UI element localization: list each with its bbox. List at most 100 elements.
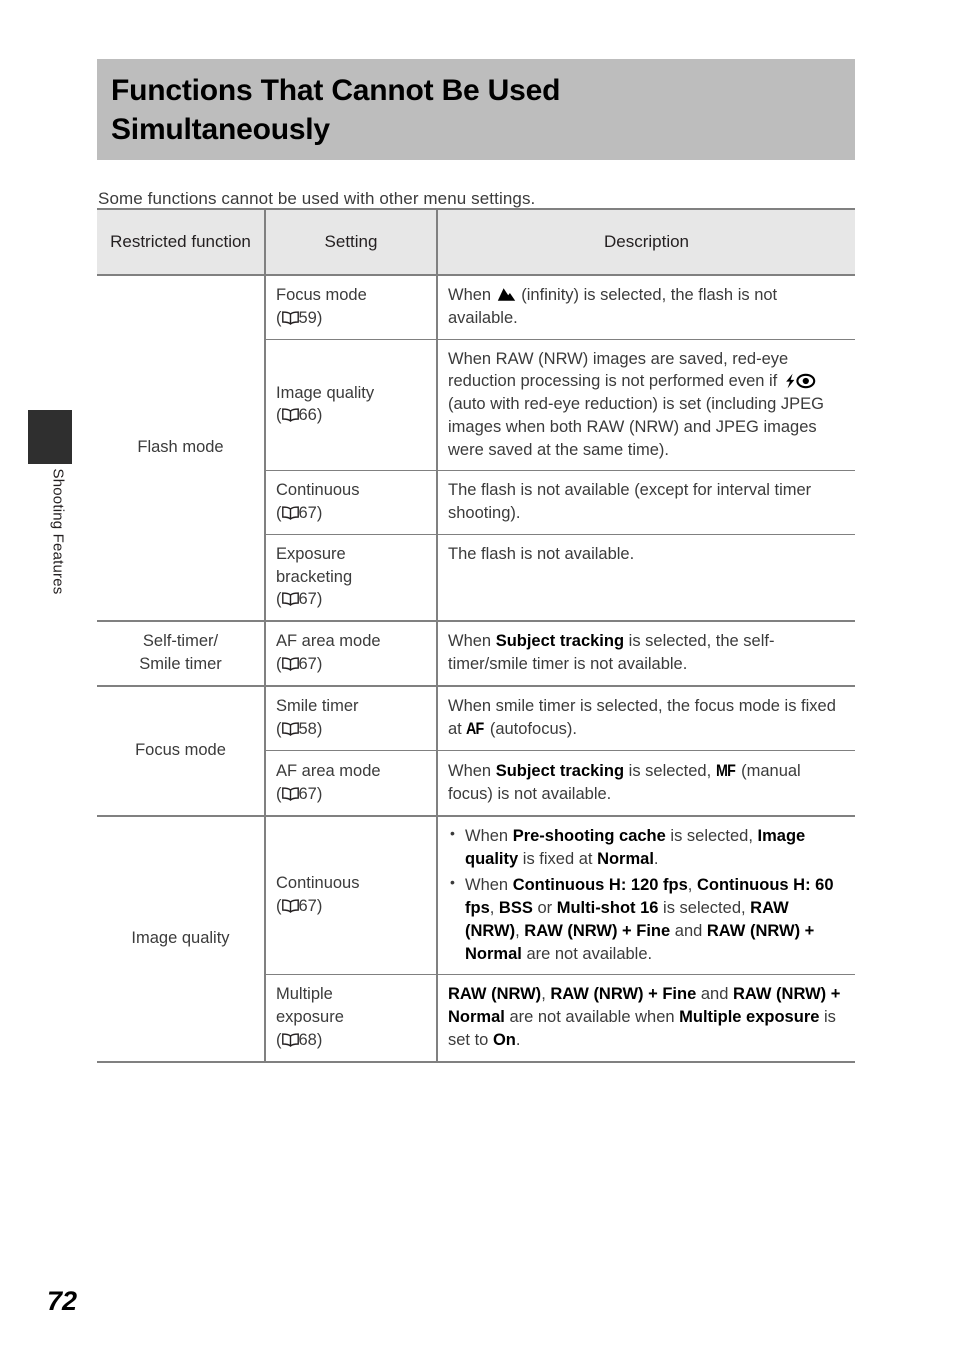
cell-description-af-area-mode: When Subject tracking is selected, MF (m… (437, 750, 855, 817)
setting-label: Smile timer (276, 697, 359, 716)
desc-emphasis: RAW (NRW) + Fine (524, 921, 671, 940)
cell-function-self-timer-smile-timer: Self-timer/Smile timer (97, 621, 266, 687)
desc-text: . (515, 1030, 521, 1049)
desc-emphasis: RAW (NRW) + Fine (550, 985, 697, 1004)
restrictions-table: Restricted function Setting Description … (97, 208, 855, 1063)
desc-emphasis: Pre-shooting cache (512, 826, 666, 845)
desc-emphasis: Multi-shot 16 (556, 899, 659, 918)
desc-text: When RAW (NRW) images are saved, red-eye… (448, 349, 789, 391)
cell-function-focus-mode: Focus mode (97, 685, 266, 817)
cell-description-continuous: The flash is not available (except for i… (437, 470, 855, 535)
desc-text: When (448, 762, 496, 781)
table-header-row: Restricted function Setting Description (97, 208, 855, 276)
setting-label: Focus mode (276, 286, 367, 304)
desc-emphasis: RAW (NRW) (448, 985, 542, 1004)
desc-text: and (696, 985, 733, 1004)
cell-description-exposure-bracketing: The flash is not available. (437, 534, 855, 623)
page-ref-number: 68 (298, 1030, 317, 1049)
desc-emphasis: BSS (498, 899, 533, 918)
desc-text: When (465, 826, 513, 845)
chapter-tab-label: Shooting Features (49, 468, 67, 595)
desc-emphasis: Subject tracking (495, 632, 625, 651)
infinity-mountain-icon (497, 287, 516, 302)
table-row: Focus mode Smile timer (58) When smile t… (97, 685, 855, 817)
page-ref: (58) (276, 719, 323, 738)
desc-text: When (448, 632, 496, 651)
chapter-tab-marker (28, 410, 72, 464)
desc-text: is selected, (665, 826, 758, 845)
page-title: Functions That Cannot Be Used Simultaneo… (111, 74, 561, 147)
desc-text: (autofocus). (485, 720, 577, 739)
book-icon (281, 722, 299, 736)
page-ref-number: 67 (298, 590, 317, 609)
page-ref-number: 59 (298, 308, 317, 327)
column-header-setting: Setting (265, 208, 438, 276)
book-icon (281, 899, 299, 914)
desc-text: , (541, 985, 551, 1004)
page-ref-number: 67 (298, 654, 317, 673)
table-row: Image quality Continuous (67) When Pre-s… (97, 815, 855, 1063)
desc-emphasis: Continuous H: 120 fps (512, 876, 688, 895)
cell-setting-continuous-2: Continuous (67) (265, 815, 438, 976)
desc-emphasis: Normal (597, 849, 654, 868)
flash-redeye-icon (783, 373, 817, 389)
desc-text: , (687, 876, 697, 895)
page-ref: (67) (276, 654, 323, 673)
desc-text: or (532, 899, 557, 918)
page-ref-number: 67 (298, 784, 317, 803)
page-ref: (67) (276, 590, 323, 609)
cell-description-multiple-exposure: RAW (NRW), RAW (NRW) + Fine and RAW (NRW… (437, 974, 855, 1063)
page-ref-number: 67 (298, 504, 317, 523)
cell-function-flash-mode: Flash mode (97, 275, 266, 623)
cell-description-smile-timer: When smile timer is selected, the focus … (437, 685, 855, 752)
desc-text: is fixed at (518, 849, 598, 868)
book-icon (281, 311, 299, 325)
table-row: Flash mode Focus mode (59) When (infinit… (97, 275, 855, 623)
page-number: 72 (47, 1286, 78, 1316)
desc-emphasis: Multiple exposure (679, 1008, 820, 1027)
desc-text: are not available when (504, 1008, 680, 1027)
setting-label: AF area mode (276, 761, 381, 780)
book-icon (281, 657, 299, 671)
book-icon (281, 1033, 299, 1047)
page-ref-number: 58 (298, 719, 317, 738)
desc-text: . (653, 849, 659, 868)
desc-text: When (465, 876, 513, 895)
column-header-description: Description (437, 208, 855, 276)
cell-setting-continuous: Continuous (67) (265, 470, 438, 535)
autofocus-glyph: AF (466, 719, 484, 739)
cell-description-focus-mode: When (infinity) is selected, the flash i… (437, 275, 855, 340)
desc-emphasis: Subject tracking (495, 762, 625, 781)
page-ref: (66) (276, 406, 323, 425)
page-title-band: Functions That Cannot Be Used Simultaneo… (97, 59, 855, 160)
setting-label: Image quality (276, 383, 375, 402)
desc-text: and (670, 921, 707, 940)
description-bullet-list: When Pre-shooting cache is selected, Ima… (448, 824, 845, 966)
desc-text: , (489, 899, 499, 918)
cell-setting-exposure-bracketing: Exposure bracketing (67) (265, 534, 438, 623)
setting-label: Exposure bracketing (276, 544, 353, 586)
desc-text: are not available. (521, 944, 653, 963)
list-item: When Continuous H: 120 fps, Continuous H… (448, 873, 845, 965)
page-ref: (67) (276, 784, 323, 803)
desc-text: , (515, 921, 525, 940)
page-ref-number: 67 (298, 897, 317, 916)
cell-description-continuous-2: When Pre-shooting cache is selected, Ima… (437, 815, 855, 976)
setting-label: AF area mode (276, 632, 381, 651)
desc-text: When (448, 286, 496, 304)
list-item: When Pre-shooting cache is selected, Ima… (448, 824, 845, 871)
book-icon (281, 408, 299, 423)
cell-setting-image-quality: Image quality (66) (265, 339, 438, 472)
column-header-restricted-function: Restricted function (97, 208, 266, 276)
setting-label: Continuous (276, 874, 360, 893)
page-ref: (67) (276, 897, 323, 916)
desc-text: (auto with red-eye reduction) is set (in… (448, 395, 825, 459)
page-ref: (67) (276, 504, 323, 523)
cell-setting-af-area-mode: AF area mode (67) (265, 621, 438, 687)
cell-setting-af-area-mode-2: AF area mode (67) (265, 750, 438, 817)
setting-label: Continuous (276, 481, 360, 500)
cell-description-image-quality: When RAW (NRW) images are saved, red-eye… (437, 339, 855, 472)
cell-description-self-timer: When Subject tracking is selected, the s… (437, 621, 855, 687)
page-ref-number: 66 (298, 406, 317, 425)
intro-paragraph: Some functions cannot be used with other… (98, 189, 536, 208)
